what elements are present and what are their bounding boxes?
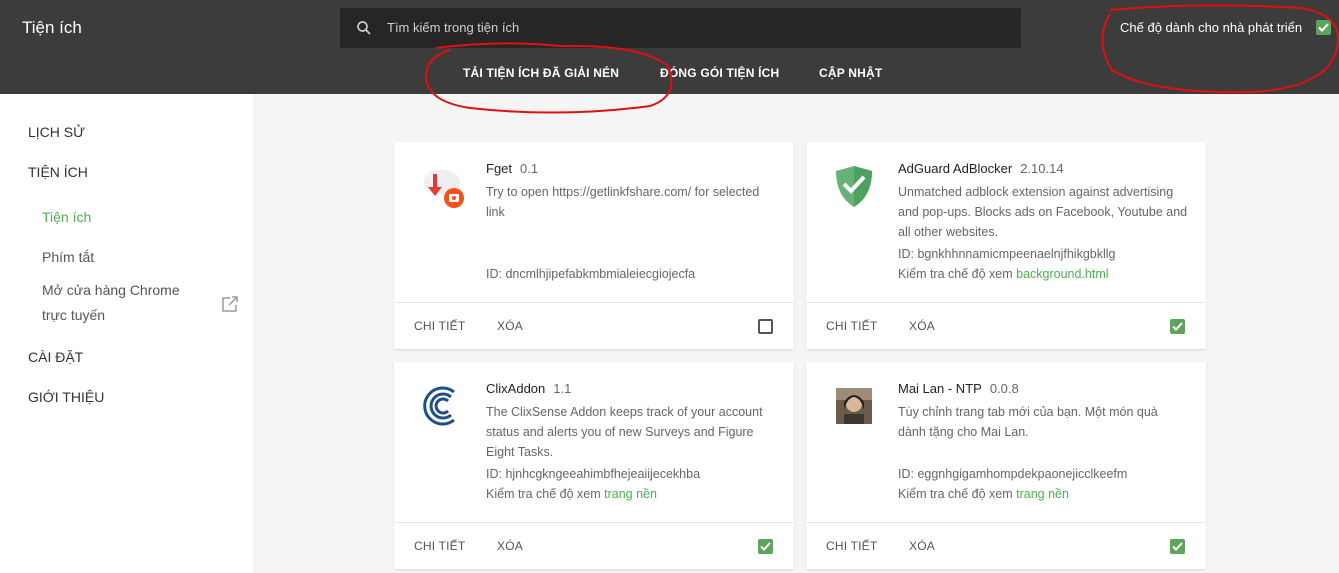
sidebar-item-webstore-line2[interactable]: trực tuyến [42,307,105,323]
extension-name: ClixAddon 1.1 [486,381,572,396]
enable-checkbox[interactable] [758,539,773,554]
remove-button[interactable]: XÓA [909,319,935,333]
extension-id: ID: hjnhcgkngeeahimbfhejeaiijecekhba [486,467,701,481]
inspect-views: Kiểm tra chế độ xem trang nền [486,487,657,501]
shield-check-icon [836,166,872,207]
inspect-view-link[interactable]: background.html [1016,267,1108,281]
extension-name: Mai Lan - NTP 0.0.8 [898,381,1019,396]
extension-version: 1.1 [553,381,572,396]
sidebar-subitem-extensions[interactable]: Tiện ích [42,209,91,225]
check-icon [1172,542,1183,551]
sidebar-item-extensions[interactable]: TIỆN ÍCH [28,164,88,180]
enable-checkbox[interactable] [1170,319,1185,334]
sidebar-item-history[interactable]: LỊCH SỬ [28,124,85,140]
card-divider [806,302,1206,303]
extension-version: 0.1 [520,161,539,176]
clixsense-logo-icon [423,386,455,426]
extension-card: ClixAddon 1.1 The ClixSense Addon keeps t… [394,362,794,569]
sidebar: LỊCH SỬ TIỆN ÍCH Tiện ích Phím tắt Mở cử… [0,94,253,573]
card-divider [806,522,1206,523]
sidebar-item-about[interactable]: GIỚI THIỆU [28,389,104,405]
dev-mode-label: Chế độ dành cho nhà phát triển [1120,20,1303,35]
check-icon [760,542,771,551]
update-button[interactable]: CẬP NHẬT [819,66,882,80]
extension-card: Mai Lan - NTP 0.0.8 Tùy chỉnh trang tab m… [806,362,1206,569]
sidebar-item-webstore-line1[interactable]: Mở cửa hàng Chrome [42,282,180,298]
inspect-view-link[interactable]: trang nền [1016,487,1069,501]
check-icon [1318,23,1329,32]
remove-button[interactable]: XÓA [909,539,935,553]
extension-version: 0.0.8 [989,381,1019,396]
extension-description: Try to open https://getlinkfshare.com/ f… [486,185,760,219]
dev-mode-checkbox[interactable] [1316,20,1331,35]
extension-id: ID: dncmlhjipefabkmbmialeiecgiojecfa [486,267,696,281]
extension-id: ID: eggnhgigamhompdekpaonejicclkeefm [898,467,1128,481]
page-title: Tiện ích [22,18,82,37]
card-divider [394,302,794,303]
remove-button[interactable]: XÓA [497,319,523,333]
search-icon [357,21,371,35]
sidebar-item-settings[interactable]: CÀI ĐẶT [28,349,83,365]
load-unpacked-button[interactable]: TẢI TIỆN ÍCH ĐÃ GIẢI NÉN [463,66,619,80]
details-button[interactable]: CHI TIẾT [414,319,465,333]
card-divider [394,522,794,523]
pack-extension-button[interactable]: ĐÓNG GÓI TIỆN ÍCH [660,66,779,80]
sidebar-subitem-shortcuts[interactable]: Phím tắt [42,249,94,265]
inspect-view-link[interactable]: trang nền [604,487,657,501]
open-external-icon[interactable] [221,295,239,313]
extension-name: Fget 0.1 [486,161,539,176]
search-box[interactable]: Tìm kiếm trong tiện ích [340,8,1021,48]
extension-id: ID: bgnkhhnnamicmpeenaelnjfhikgbkllg [898,247,1116,261]
extension-card: AdGuard AdBlocker 2.10.14 Unmatched adblo… [806,142,1206,349]
check-icon [1172,322,1183,331]
cloud-download-icon [424,170,464,208]
enable-checkbox[interactable] [1170,539,1185,554]
portrait-photo-icon [836,388,872,424]
remove-button[interactable]: XÓA [497,539,523,553]
enable-checkbox[interactable] [758,319,773,334]
details-button[interactable]: CHI TIẾT [826,319,877,333]
extension-name: AdGuard AdBlocker 2.10.14 [898,161,1064,176]
inspect-views: Kiểm tra chế độ xem background.html [898,267,1109,281]
details-button[interactable]: CHI TIẾT [826,539,877,553]
extension-version: 2.10.14 [1020,161,1064,176]
extension-description: The ClixSense Addon keeps track of your … [486,405,763,459]
inspect-views: Kiểm tra chế độ xem trang nền [898,487,1069,501]
details-button[interactable]: CHI TIẾT [414,539,465,553]
top-bar: Tiện ích Tìm kiếm trong tiện ích Chế độ … [0,0,1339,94]
extension-description: Unmatched adblock extension against adve… [898,185,1188,239]
extension-card: Fget 0.1 Try to open https://getlinkfshar… [394,142,794,349]
extension-description: Tùy chỉnh trang tab mới của bạn. Một món… [898,405,1158,439]
search-input[interactable]: Tìm kiếm trong tiện ích [387,20,519,35]
